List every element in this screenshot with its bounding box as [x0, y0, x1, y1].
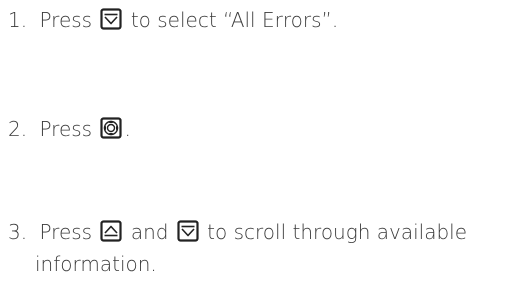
step-number: 2. [8, 117, 28, 141]
step-1: 1. Press to select “All Errors”. [8, 4, 338, 36]
step-text-after: to select “All Errors”. [130, 8, 339, 32]
step-text-middle: and [130, 220, 169, 244]
step-text-after: . [124, 117, 131, 141]
down-arrow-button-icon [100, 8, 123, 30]
step-3: 3. Press and to scroll through available… [8, 216, 467, 280]
step-number: 3. [8, 220, 28, 244]
select-center-button-icon [100, 117, 123, 139]
step-text-before: Press [39, 220, 93, 244]
step-text-before: Press [39, 117, 93, 141]
step-2: 2. Press . [8, 113, 131, 145]
step-text-continuation: information. [35, 252, 157, 276]
up-arrow-button-icon [100, 220, 123, 242]
down-arrow-button-icon [177, 220, 199, 242]
step-text-before: Press [39, 8, 93, 32]
step-text-after: to scroll through available [207, 220, 468, 244]
step-number: 1. [8, 8, 28, 32]
